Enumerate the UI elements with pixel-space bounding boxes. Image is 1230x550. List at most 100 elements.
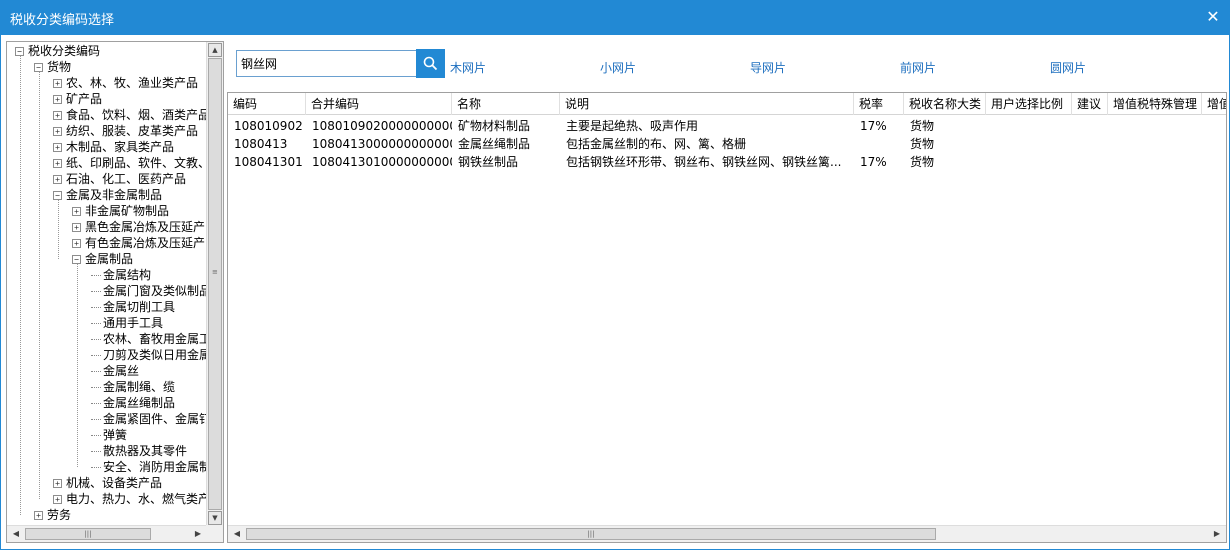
tree-node[interactable]: 金属制绳、缆 [91,379,175,395]
tree-guide-line [58,200,59,259]
tree-node-label: 农林、畜牧用金属工 [103,332,207,346]
tree-node[interactable]: + 矿产品 [53,91,102,107]
cell-tax-rate: 17% [860,119,887,133]
expand-icon[interactable]: + [53,95,62,104]
column-header-vat-more[interactable]: 增值 [1202,93,1226,115]
expand-icon[interactable]: + [53,127,62,136]
search-button[interactable] [416,49,445,78]
scroll-right-arrow-icon[interactable]: ▶ [191,527,205,541]
cell-description: 包括金属丝制的布、网、篱、格栅 [566,137,747,151]
expand-icon[interactable]: + [53,111,62,120]
tree-vertical-scrollbar[interactable]: ▲ ≡ ▼ [206,42,223,526]
tree-node[interactable]: 金属丝 [91,363,139,379]
tree-node[interactable]: 金属切削工具 [91,299,175,315]
cell-name: 金属丝绳制品 [458,137,531,151]
expand-icon[interactable]: + [72,223,81,232]
tree-node[interactable]: 安全、消防用金属制 [91,459,207,475]
column-header-tax-rate[interactable]: 税率 [854,93,904,115]
tree-hscroll-thumb[interactable]: ||| [25,528,151,540]
cell-code: 108041301 [234,155,303,169]
column-header-name[interactable]: 名称 [452,93,560,115]
tree-node[interactable]: + 纺织、服装、皮革类产品 [53,123,198,139]
tree-node-label: 石油、化工、医药产品 [66,172,187,186]
table-row[interactable]: 108041301 1080413010000000000 钢铁丝制品 包括钢铁… [228,153,1226,171]
quick-link-mu-wangpian[interactable]: 木网片 [450,59,486,76]
scroll-down-arrow-icon[interactable]: ▼ [208,511,222,525]
tree-node[interactable]: + 劳务 [34,507,71,523]
close-icon[interactable]: ✕ [1204,8,1222,26]
tree-scroll-thumb[interactable]: ≡ [208,58,222,510]
table-row[interactable]: 108010902 1080109020000000000 矿物材料制品 主要是… [228,117,1226,135]
tree-guide-line [20,56,21,515]
tree-node[interactable]: 金属结构 [91,267,151,283]
tree-node[interactable]: + 木制品、家具类产品 [53,139,174,155]
tree-node-label: 纸、印刷品、软件、文教、 [66,156,207,170]
collapse-icon[interactable]: − [15,47,24,56]
tree-node[interactable]: 金属丝绳制品 [91,395,175,411]
collapse-icon[interactable]: − [34,63,43,72]
tree-node[interactable]: 刀剪及类似日用金属 [91,347,207,363]
tree-node[interactable]: + 非金属矿物制品 [72,203,169,219]
tree-node[interactable]: 农林、畜牧用金属工 [91,331,207,347]
tree-node[interactable]: − 税收分类编码 [15,43,100,59]
column-header-vat-special[interactable]: 增值税特殊管理 [1108,93,1202,115]
collapse-icon[interactable]: − [53,191,62,200]
tree-node-label: 金属及非金属制品 [66,188,163,202]
expand-icon[interactable]: + [53,495,62,504]
tree-node[interactable]: − 金属制品 [72,251,133,267]
tree-horizontal-scrollbar[interactable]: ◀ ||| ▶ [7,525,207,542]
tree-node[interactable]: + 纸、印刷品、软件、文教、 [53,155,207,171]
column-header-tax-category[interactable]: 税收名称大类 [904,93,986,115]
column-header-merged-code[interactable]: 合并编码 [306,93,452,115]
expand-icon[interactable]: + [53,175,62,184]
tree-node-label: 通用手工具 [103,316,164,330]
expand-icon[interactable]: + [72,239,81,248]
tree-connector [91,307,101,308]
column-header-description[interactable]: 说明 [560,93,854,115]
search-input[interactable] [236,50,417,77]
scroll-left-arrow-icon[interactable]: ◀ [9,527,23,541]
scroll-right-arrow-icon[interactable]: ▶ [1210,527,1224,541]
quick-link-xiao-wangpian[interactable]: 小网片 [600,59,636,76]
tree-node[interactable]: + 食品、饮料、烟、酒类产品 [53,107,207,123]
expand-icon[interactable]: + [53,479,62,488]
tree-connector [91,467,101,468]
quick-link-dao-wangpian[interactable]: 导网片 [750,59,786,76]
grid-horizontal-scrollbar[interactable]: ◀ ||| ▶ [228,525,1226,542]
tree-connector [91,339,101,340]
tree-connector [91,403,101,404]
tree-node[interactable]: + 农、林、牧、渔业类产品 [53,75,198,91]
expand-icon[interactable]: + [53,143,62,152]
cell-merged-code: 1080413010000000000 [312,155,452,169]
collapse-icon[interactable]: − [72,255,81,264]
tree-node[interactable]: + 有色金属冶炼及压延产 [72,235,205,251]
tree-node[interactable]: − 金属及非金属制品 [53,187,162,203]
table-row[interactable]: 1080413 1080413000000000000 金属丝绳制品 包括金属丝… [228,135,1226,153]
tree-connector [91,419,101,420]
cell-tax-rate [854,135,904,153]
tree-node[interactable]: 散热器及其零件 [91,443,187,459]
column-header-code[interactable]: 编码 [228,93,306,115]
tree-node[interactable]: + 电力、热力、水、燃气类产 [53,491,207,507]
expand-icon[interactable]: + [34,511,43,520]
scroll-left-arrow-icon[interactable]: ◀ [230,527,244,541]
tree-node-label: 矿产品 [66,92,103,106]
quick-link-yuan-wangpian[interactable]: 圆网片 [1050,59,1086,76]
column-header-user-ratio[interactable]: 用户选择比例 [986,93,1072,115]
column-header-suggestion[interactable]: 建议 [1072,93,1108,115]
tree-node[interactable]: 通用手工具 [91,315,163,331]
expand-icon[interactable]: + [72,207,81,216]
cell-tax-category: 货物 [910,137,935,151]
quick-link-qian-wangpian[interactable]: 前网片 [900,59,936,76]
cell-description: 主要是起绝热、吸声作用 [566,119,699,133]
tree-node[interactable]: + 石油、化工、医药产品 [53,171,186,187]
expand-icon[interactable]: + [53,159,62,168]
tree-node[interactable]: + 机械、设备类产品 [53,475,162,491]
grid-hscroll-thumb[interactable]: ||| [246,528,936,540]
tree-node[interactable]: 弹簧 [91,427,127,443]
scroll-up-arrow-icon[interactable]: ▲ [208,43,222,57]
tree-node[interactable]: + 黑色金属冶炼及压延产 [72,219,205,235]
tree-node[interactable]: 金属紧固件、金属钉 [91,411,207,427]
expand-icon[interactable]: + [53,79,62,88]
tree-node[interactable]: 金属门窗及类似制品 [91,283,207,299]
